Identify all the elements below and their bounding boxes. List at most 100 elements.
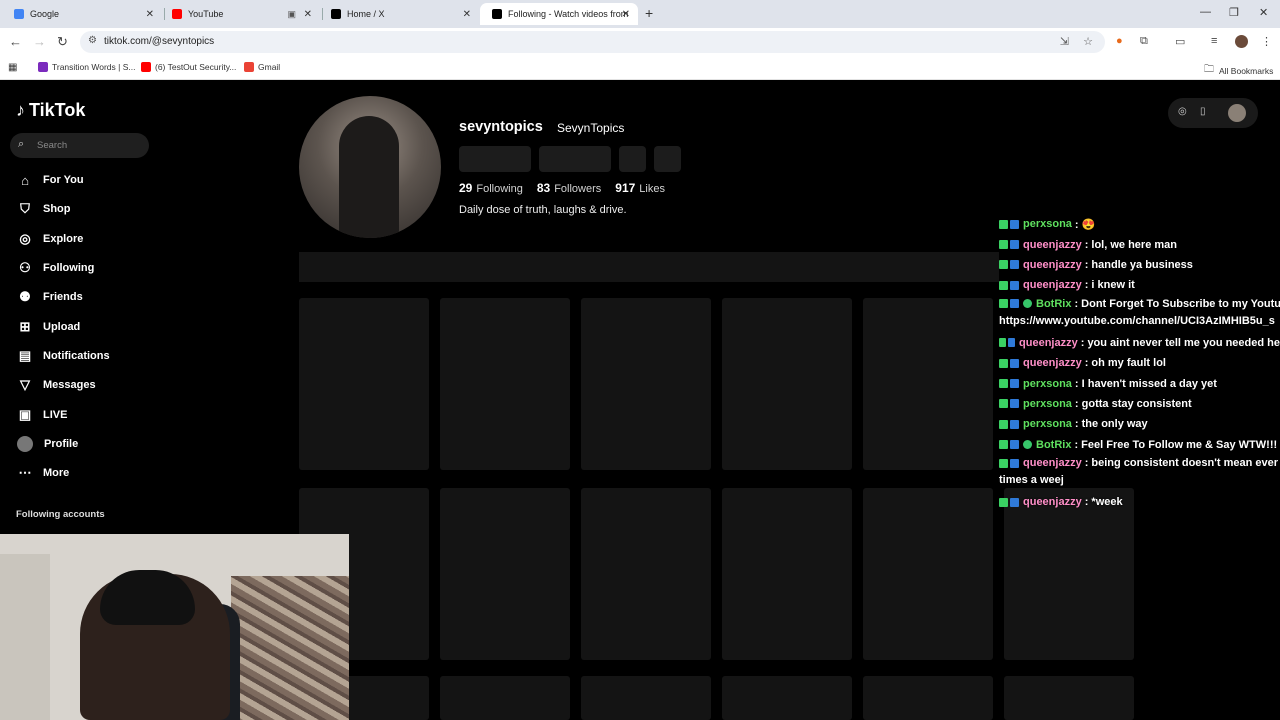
extension-icon[interactable]: ● <box>1116 35 1123 47</box>
webcam-overlay <box>0 534 349 720</box>
window-close-icon[interactable]: ✕ <box>1259 6 1268 19</box>
tab-tiktok-following[interactable]: Following - Watch videos from ✕ <box>480 3 638 25</box>
bookmark-gmail[interactable]: Gmail <box>244 62 280 72</box>
following-stat[interactable]: 29 Following <box>459 181 523 195</box>
video-card-placeholder[interactable] <box>722 298 852 470</box>
media-control-icon[interactable]: ≡ <box>1211 35 1217 47</box>
close-icon[interactable]: ✕ <box>304 9 312 20</box>
video-card-placeholder[interactable] <box>581 488 711 660</box>
extensions-puzzle-icon[interactable]: ⧉ <box>1140 35 1148 48</box>
nav-friends[interactable]: ⚉ Friends <box>16 287 83 307</box>
bookmark-star-icon[interactable]: ☆ <box>1083 35 1093 48</box>
media-icon: ▣ <box>287 8 296 19</box>
kick-badge-icon <box>999 260 1008 270</box>
all-bookmarks[interactable]: 🗀 All Bookmarks <box>1204 62 1273 79</box>
chat-text: : *week <box>1084 496 1123 509</box>
chat-message: queenjazzy : lol, we here man <box>999 234 1280 254</box>
video-card-placeholder[interactable] <box>581 298 711 470</box>
chat-message: perxsona : 😍 <box>999 214 1280 234</box>
tiktok-logo[interactable]: ♪ TikTok <box>16 100 85 121</box>
close-icon[interactable]: ✕ <box>463 9 471 20</box>
nav-upload[interactable]: ⊞ Upload <box>16 317 81 337</box>
following-icon: ⚇ <box>19 260 31 275</box>
chat-text: : i knew it <box>1084 279 1135 292</box>
video-card-placeholder[interactable] <box>863 488 993 660</box>
reload-icon[interactable]: ↻ <box>57 34 68 50</box>
tab-google[interactable]: Google ✕ <box>2 3 162 25</box>
minimize-icon[interactable]: — <box>1200 6 1211 18</box>
user-avatar[interactable] <box>1228 104 1246 122</box>
nav-notifications[interactable]: ▤ Notifications <box>16 346 110 366</box>
nav-explore[interactable]: ◎ Explore <box>16 229 83 249</box>
install-app-icon[interactable]: ⇲ <box>1060 35 1069 48</box>
nav-for-you[interactable]: ⌂ For You <box>16 170 84 190</box>
kick-badge-icon <box>999 399 1008 409</box>
webcam-door <box>0 554 50 720</box>
video-card-placeholder[interactable] <box>581 676 711 720</box>
apps-grid-icon[interactable]: ▦ <box>8 62 17 73</box>
chat-username: perxsona <box>1023 397 1072 410</box>
back-icon[interactable]: ← <box>9 34 22 49</box>
nav-label: For You <box>43 174 84 186</box>
coins-icon[interactable]: ◎ <box>1178 106 1187 117</box>
video-card-placeholder[interactable] <box>440 676 570 720</box>
video-card-placeholder[interactable] <box>1004 488 1134 660</box>
profile-photo[interactable] <box>299 96 441 238</box>
likes-stat: 917 Likes <box>615 181 665 195</box>
url-text[interactable]: tiktok.com/@sevyntopics <box>104 36 214 47</box>
menu-kebab-icon[interactable]: ⋮ <box>1261 35 1272 48</box>
action-button-placeholder[interactable] <box>619 146 646 172</box>
video-card-placeholder[interactable] <box>299 298 429 470</box>
bookmark-transition-words[interactable]: Transition Words | S... <box>38 62 135 72</box>
chat-username: queenjazzy <box>1023 456 1082 469</box>
url-bar[interactable]: ⚙ tiktok.com/@sevyntopics ⇲ ☆ <box>80 31 1105 53</box>
restore-icon[interactable]: ❐ <box>1229 6 1239 19</box>
nav-shop[interactable]: ⛉ Shop <box>16 199 70 219</box>
new-tab-icon[interactable]: + <box>645 5 653 21</box>
chat-username: BotRix <box>1036 438 1072 451</box>
chat-message: perxsona : I haven't missed a day yet <box>999 373 1280 393</box>
chat-message: BotRix: Dont Forget To Subscribe to my Y… <box>999 296 1280 333</box>
site-info-icon[interactable]: ⚙ <box>88 35 97 46</box>
kick-badge-icon <box>999 219 1008 229</box>
chat-text: : handle ya business <box>1084 258 1193 271</box>
split-view-icon[interactable]: ▭ <box>1175 35 1185 48</box>
message-button-placeholder[interactable] <box>539 146 611 172</box>
webcam-bed <box>231 576 349 720</box>
chat-username: perxsona <box>1023 418 1072 431</box>
shop-icon: ⛉ <box>20 201 30 216</box>
nav-profile[interactable]: Profile <box>16 434 78 454</box>
chat-text: : I haven't missed a day yet <box>1074 377 1217 390</box>
nav-live[interactable]: ▣ LIVE <box>16 405 68 425</box>
forward-icon[interactable]: → <box>33 34 46 49</box>
nav-messages[interactable]: ▽ Messages <box>16 375 96 395</box>
video-card-placeholder[interactable] <box>722 676 852 720</box>
tiktok-page: ♪ TikTok ⌕ Search ⌂ For You ⛉ Shop ◎ Exp… <box>0 80 1280 720</box>
more-button-placeholder[interactable] <box>654 146 681 172</box>
tab-title: Following - Watch videos from <box>508 9 628 19</box>
tab-youtube[interactable]: YouTube ▣ ✕ <box>160 3 320 25</box>
close-icon[interactable]: ✕ <box>622 9 630 20</box>
close-icon[interactable]: ✕ <box>146 9 154 20</box>
kick-badge-icon <box>999 497 1008 507</box>
video-card-placeholder[interactable] <box>440 298 570 470</box>
followers-stat[interactable]: 83 Followers <box>537 181 601 195</box>
account-avatar[interactable] <box>1235 35 1248 48</box>
video-card-placeholder[interactable] <box>863 298 993 470</box>
chat-message: queenjazzy : handle ya business <box>999 255 1280 275</box>
device-icon[interactable]: ▯ <box>1200 106 1206 117</box>
video-card-placeholder[interactable] <box>722 488 852 660</box>
video-card-placeholder[interactable] <box>440 488 570 660</box>
video-card-placeholder[interactable] <box>863 676 993 720</box>
home-icon: ⌂ <box>21 172 29 188</box>
video-card-placeholder[interactable] <box>1004 676 1134 720</box>
tab-x[interactable]: Home / X ✕ <box>319 3 479 25</box>
following-label: Following <box>476 183 523 195</box>
search-input[interactable]: ⌕ Search <box>10 133 149 158</box>
bookmark-testout[interactable]: (6) TestOut Security... <box>141 62 236 72</box>
messages-icon: ▽ <box>20 377 30 392</box>
nav-following[interactable]: ⚇ Following <box>16 258 94 278</box>
nav-more[interactable]: ⋯ More <box>16 463 70 483</box>
chat-username: queenjazzy <box>1019 336 1078 349</box>
follow-button-placeholder[interactable] <box>459 146 531 172</box>
